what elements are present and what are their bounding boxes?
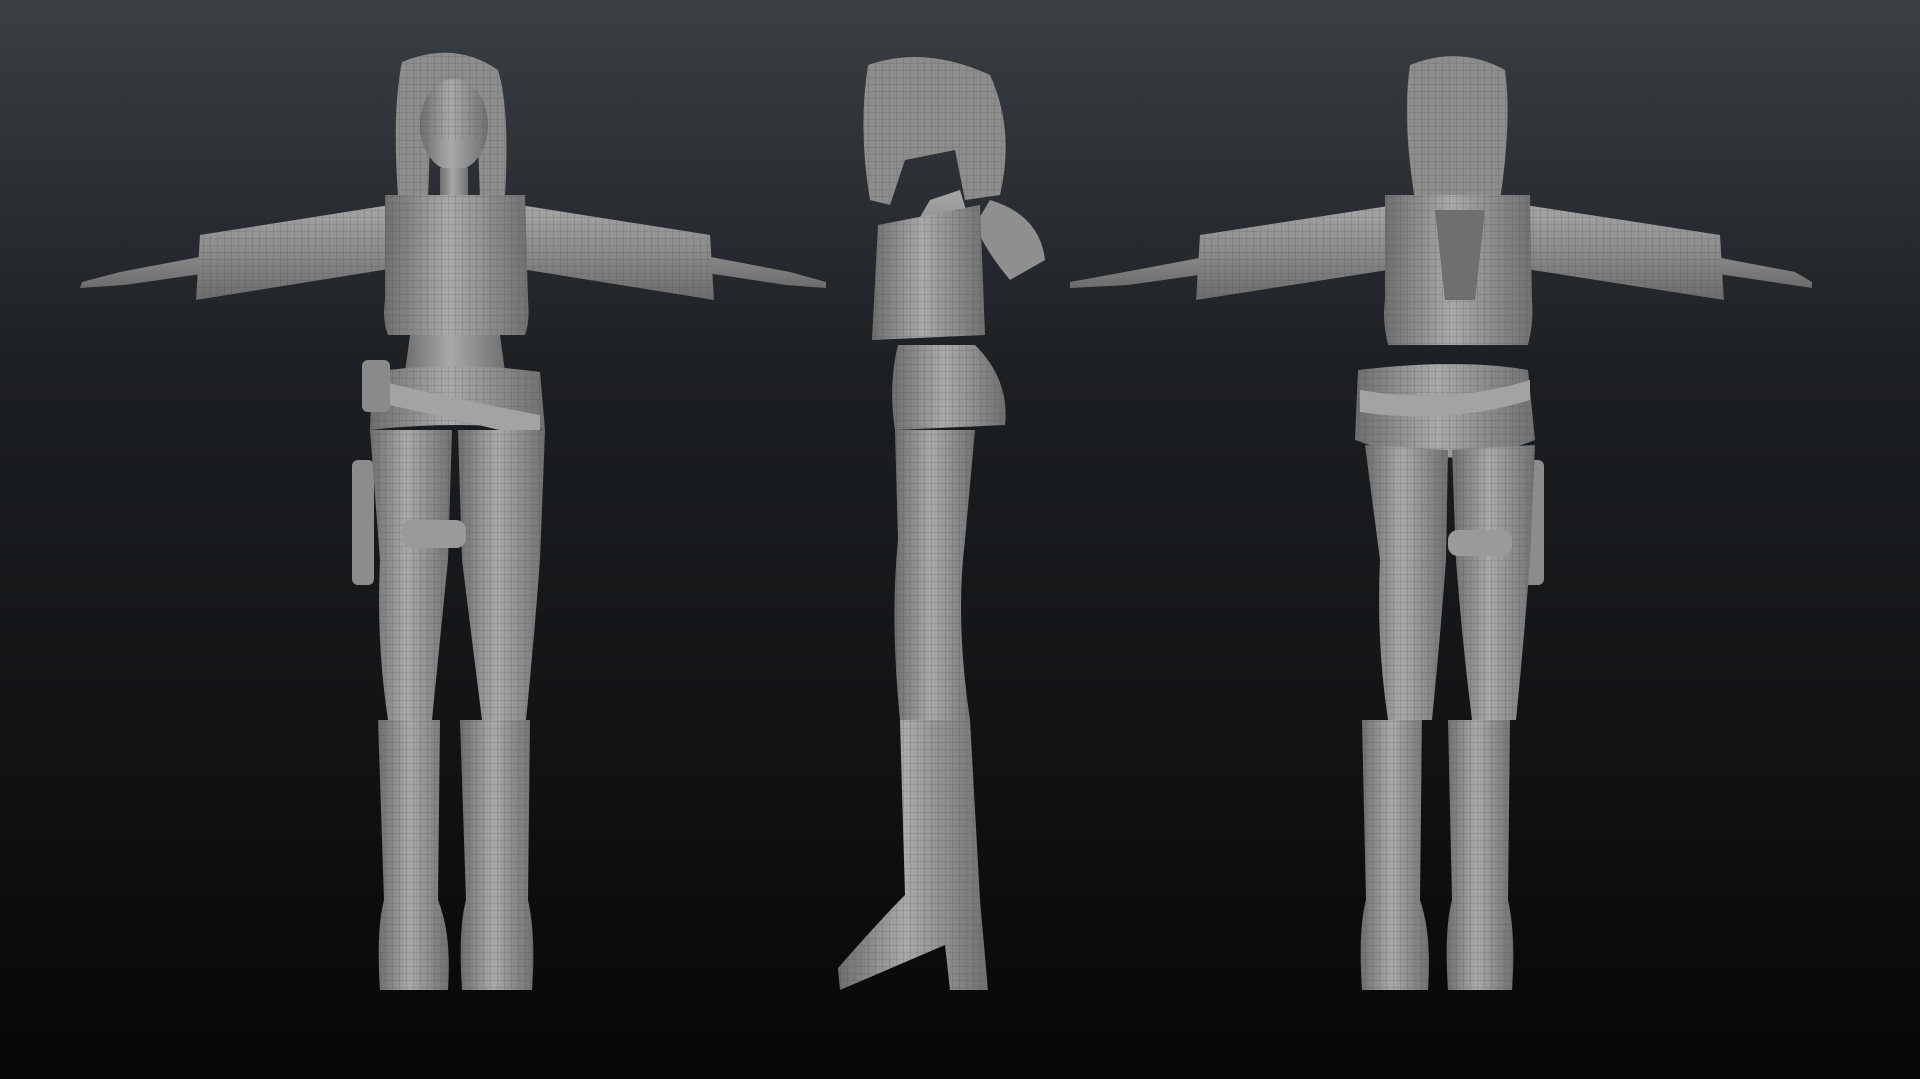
turnaround-render	[0, 0, 1920, 1079]
back-hips	[1355, 364, 1535, 458]
side-torso	[872, 205, 985, 340]
front-holster	[352, 460, 374, 585]
back-head	[1406, 56, 1508, 200]
front-head	[395, 52, 507, 200]
back-torso	[1384, 195, 1533, 345]
